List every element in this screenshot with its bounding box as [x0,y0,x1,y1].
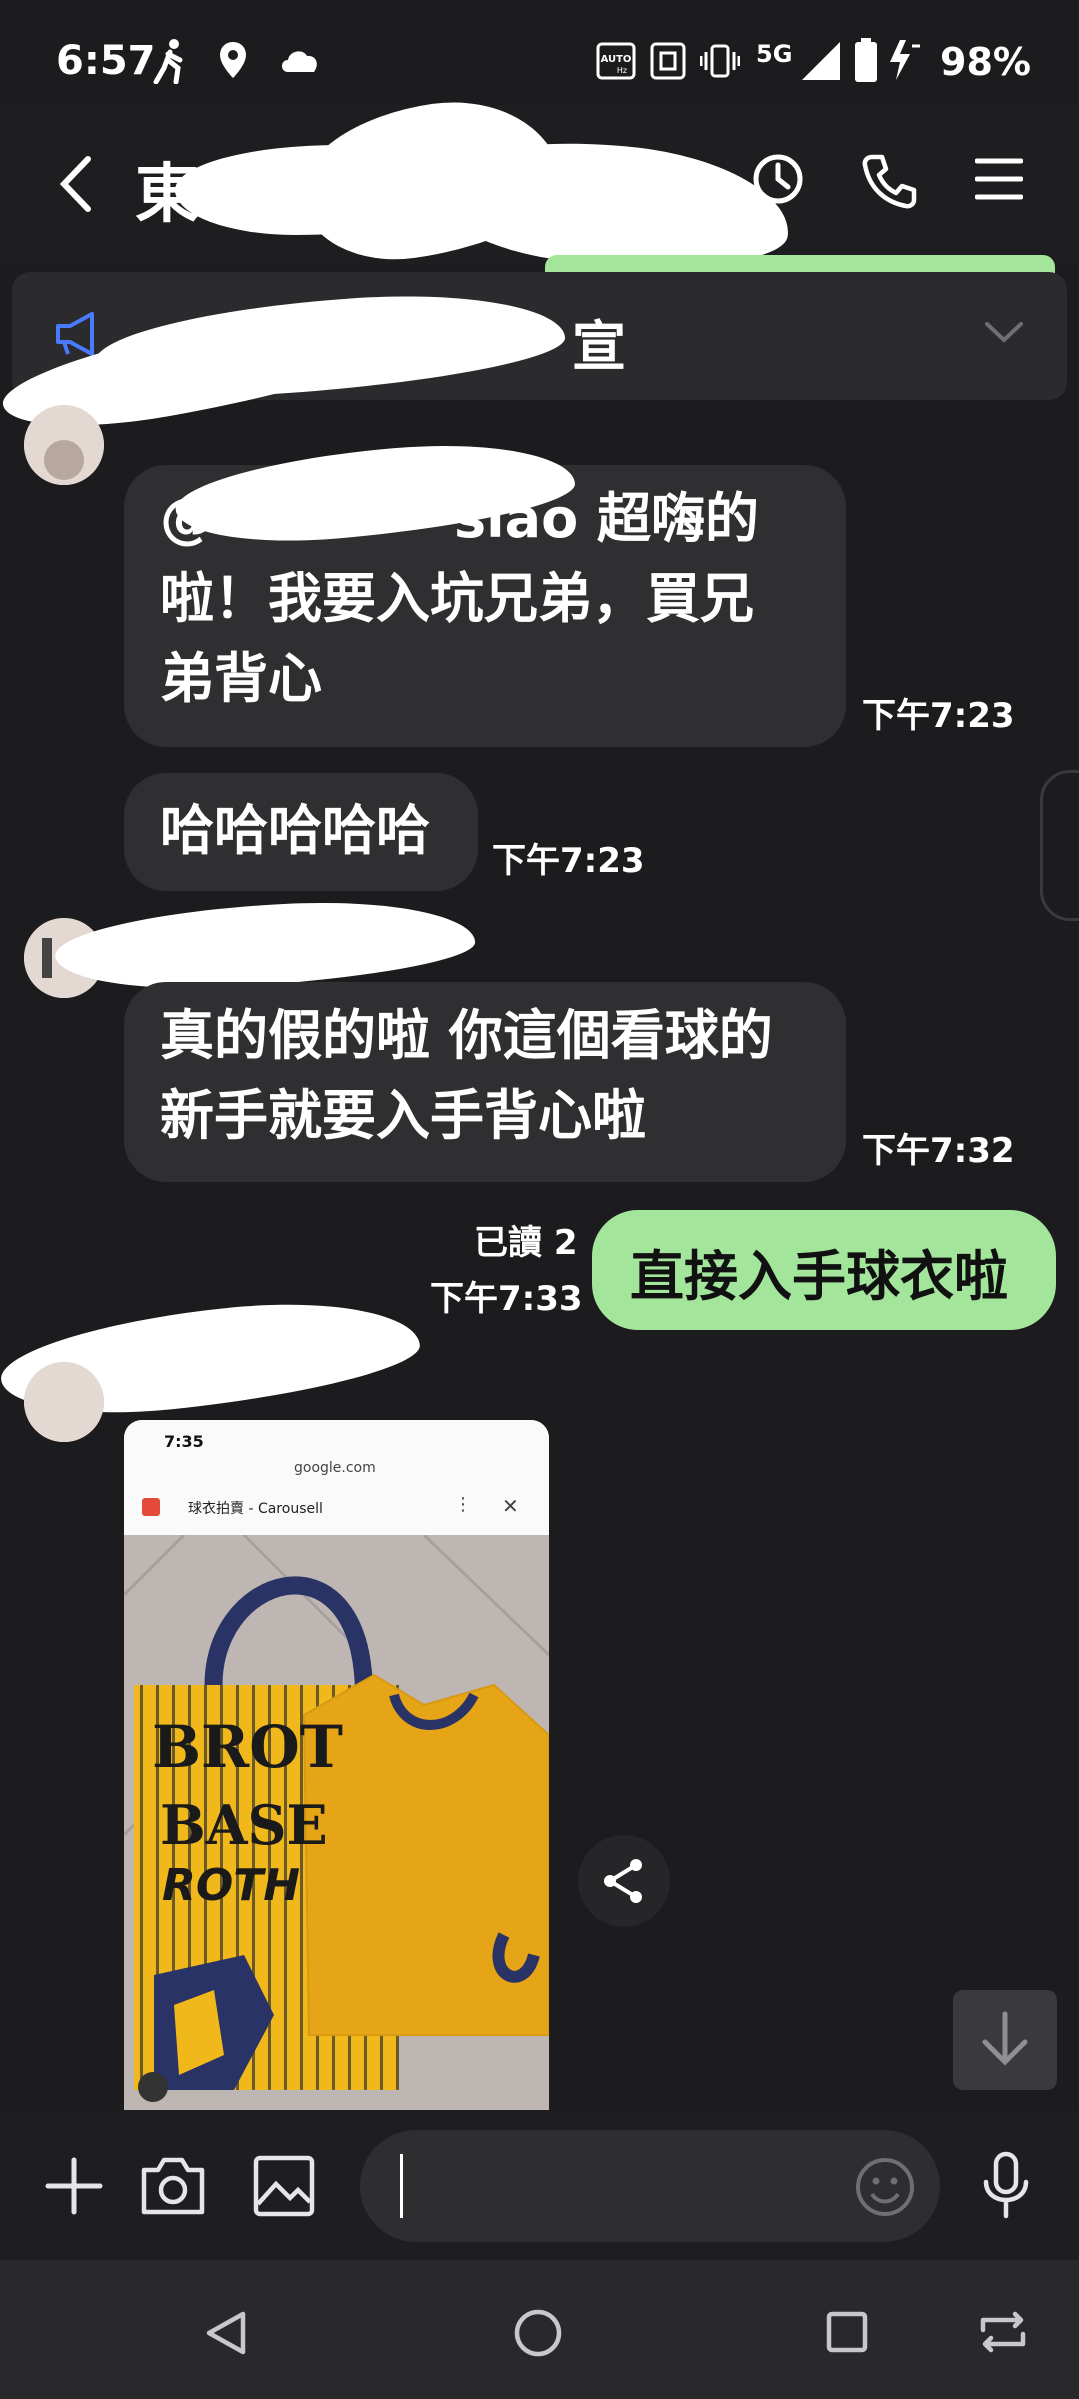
side-drawer-handle[interactable] [1040,770,1079,921]
chevron-down-icon[interactable] [984,320,1024,344]
share-button[interactable] [578,1835,670,1927]
scroll-to-bottom-button[interactable] [953,1990,1057,2090]
message-bubble[interactable]: 哈哈哈哈哈 [124,773,478,891]
walking-icon [150,38,190,84]
message-time: 下午7:23 [492,841,645,881]
message-time: 下午7:23 [862,696,1015,736]
bag-text: BROT [152,1713,343,1781]
charging-icon [886,38,922,82]
camera-icon[interactable] [140,2154,206,2218]
message-bubble[interactable]: 真的假的啦 你這個看球的 新手就要入手背心啦 [124,982,846,1182]
signal-icon [800,40,842,82]
menu-icon[interactable] [975,157,1023,201]
battery-percent: 98% [940,40,1031,84]
message-text: 真的假的啦 你這個看球的 [160,1004,773,1067]
svg-text:AUTO: AUTO [601,54,632,65]
screenshot-time: 7:35 [164,1432,204,1451]
svg-text:Hz: Hz [617,66,627,75]
clock-icon[interactable] [750,151,810,211]
plus-icon[interactable] [44,2156,104,2216]
screenshot-header: 7:35 google.com 球衣拍賣 - Carousell ⋮ ✕ [124,1420,549,1536]
screenshot-page-title: 球衣拍賣 - Carousell [188,1501,323,1517]
message-text: 哈哈哈哈哈 [160,799,430,862]
share-icon [600,1857,648,1905]
nfc-icon [650,42,686,80]
text-cursor [400,2154,403,2218]
message-text: 新手就要入手背心啦 [160,1084,646,1147]
status-time: 6:57 [56,38,156,84]
auto-hz-icon: AUTO Hz [596,42,636,80]
avatar[interactable] [24,1362,104,1442]
image-icon[interactable] [252,2154,316,2218]
nav-home-icon[interactable] [513,2308,563,2358]
megaphone-icon [54,312,104,356]
phone-icon[interactable] [862,153,918,209]
rotate-icon[interactable] [975,2310,1031,2354]
read-receipt: 已讀 2 [474,1223,578,1263]
avatar[interactable] [24,405,104,485]
bag-text: BASE [160,1793,328,1857]
announcement-text: 宣 [572,315,626,378]
arrow-down-icon [981,2010,1029,2068]
screenshot-url: google.com [294,1460,376,1476]
chat-header: 東 [0,87,1079,284]
bag-text: ROTH [162,1860,301,1911]
carousell-icon [142,1498,160,1516]
lens-icon [138,2072,168,2102]
message-time: 下午7:33 [430,1279,583,1319]
message-text: 弟背心 [160,647,322,710]
close-icon: ✕ [502,1494,519,1518]
mic-icon[interactable] [980,2150,1032,2222]
cloud-icon [278,46,322,74]
outgoing-message-bubble[interactable]: 直接入手球衣啦 [592,1210,1056,1330]
message-text: 直接入手球衣啦 [630,1245,1008,1308]
nav-recents-icon[interactable] [825,2310,869,2354]
redaction-mark [53,894,477,996]
image-message[interactable]: 7:35 google.com 球衣拍賣 - Carousell ⋮ ✕ BRO… [124,1420,549,2110]
back-icon[interactable] [58,155,92,213]
message-text: 啦！我要入坑兄弟，買兄 [160,567,754,630]
status-bar: 6:57 AUTO Hz 5G 98% [0,0,1079,105]
emoji-icon[interactable] [854,2156,916,2218]
system-nav-bar [0,2260,1079,2399]
message-input[interactable] [360,2130,940,2242]
message-time: 下午7:32 [862,1131,1015,1171]
network-label: 5G [756,40,793,68]
nav-back-icon[interactable] [205,2310,247,2356]
battery-icon [854,38,878,82]
vibrate-icon [700,44,740,78]
location-icon [218,40,248,80]
more-icon: ⋮ [454,1494,472,1515]
product-photo: BROT BASE ROTH [124,1535,549,2110]
